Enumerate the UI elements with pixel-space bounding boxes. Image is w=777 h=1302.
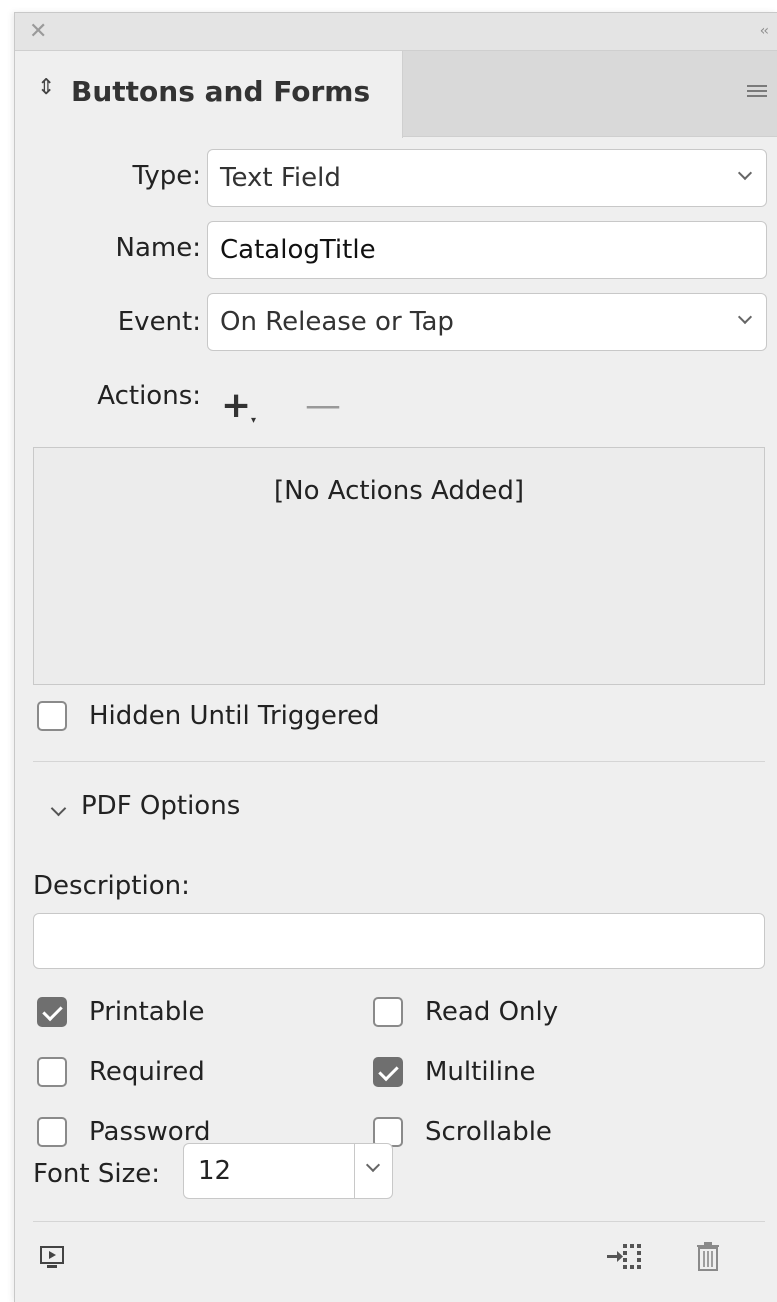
panel-titlebar: ✕ ‹‹ bbox=[15, 13, 777, 51]
font-size-combobox[interactable]: 12 bbox=[183, 1143, 393, 1199]
required-label: Required bbox=[89, 1057, 205, 1087]
description-input[interactable] bbox=[33, 913, 765, 969]
actions-list[interactable]: [No Actions Added] bbox=[33, 447, 765, 685]
hidden-until-triggered-checkbox[interactable] bbox=[37, 701, 67, 731]
multiline-label: Multiline bbox=[425, 1057, 536, 1087]
updown-chevron-icon: ⇕ bbox=[37, 75, 56, 100]
tab-buttons-and-forms[interactable]: ⇕ Buttons and Forms bbox=[15, 51, 403, 138]
event-dropdown[interactable]: On Release or Tap bbox=[207, 293, 767, 351]
name-input[interactable]: CatalogTitle bbox=[207, 221, 767, 279]
chevron-down-icon bbox=[737, 309, 753, 325]
divider bbox=[33, 761, 765, 762]
event-value: On Release or Tap bbox=[220, 307, 454, 337]
printable-checkbox[interactable] bbox=[37, 997, 67, 1027]
type-label: Type: bbox=[132, 161, 201, 191]
description-label: Description: bbox=[33, 871, 190, 901]
pdf-options-title[interactable]: PDF Options bbox=[81, 791, 240, 821]
preview-spread-icon[interactable] bbox=[39, 1245, 65, 1271]
chevron-down-icon[interactable] bbox=[365, 1157, 381, 1173]
name-value: CatalogTitle bbox=[220, 235, 376, 265]
password-option[interactable]: Password bbox=[37, 1117, 210, 1147]
font-size-label: Font Size: bbox=[33, 1159, 161, 1189]
required-checkbox[interactable] bbox=[37, 1057, 67, 1087]
actions-label: Actions: bbox=[97, 381, 201, 411]
type-dropdown[interactable]: Text Field bbox=[207, 149, 767, 207]
collapse-panel-icon[interactable]: ‹‹ bbox=[760, 23, 769, 39]
add-action-menu-indicator-icon: ▾ bbox=[251, 415, 257, 426]
panel-title: Buttons and Forms bbox=[71, 75, 371, 108]
required-option[interactable]: Required bbox=[37, 1057, 205, 1087]
actions-empty-message: [No Actions Added] bbox=[274, 476, 524, 506]
read-only-option[interactable]: Read Only bbox=[373, 997, 558, 1027]
read-only-checkbox[interactable] bbox=[373, 997, 403, 1027]
divider bbox=[33, 1221, 765, 1222]
font-size-value: 12 bbox=[198, 1156, 232, 1186]
scrollable-label: Scrollable bbox=[425, 1117, 552, 1147]
multiline-option[interactable]: Multiline bbox=[373, 1057, 535, 1087]
trash-icon[interactable] bbox=[695, 1241, 721, 1273]
convert-to-object-icon[interactable] bbox=[605, 1241, 645, 1273]
multiline-checkbox[interactable] bbox=[373, 1057, 403, 1087]
type-value: Text Field bbox=[220, 163, 341, 193]
event-label: Event: bbox=[117, 307, 201, 337]
read-only-label: Read Only bbox=[425, 997, 559, 1027]
name-label: Name: bbox=[115, 233, 201, 263]
hidden-until-triggered-label: Hidden Until Triggered bbox=[89, 701, 380, 731]
printable-label: Printable bbox=[89, 997, 205, 1027]
chevron-down-icon bbox=[737, 165, 753, 181]
remove-action-icon[interactable]: — bbox=[305, 385, 341, 426]
panel-menu-icon[interactable] bbox=[747, 85, 767, 101]
hidden-until-triggered-option[interactable]: Hidden Until Triggered bbox=[37, 701, 380, 731]
panel-tabbar: ⇕ Buttons and Forms bbox=[15, 51, 777, 138]
chevron-down-icon[interactable] bbox=[50, 800, 67, 817]
scrollable-option[interactable]: Scrollable bbox=[373, 1117, 552, 1147]
divider bbox=[354, 1144, 355, 1198]
buttons-and-forms-panel: ✕ ‹‹ ⇕ Buttons and Forms Type: Text Fiel… bbox=[14, 12, 777, 1302]
add-action-icon[interactable]: + bbox=[221, 385, 251, 426]
printable-option[interactable]: Printable bbox=[37, 997, 204, 1027]
password-checkbox[interactable] bbox=[37, 1117, 67, 1147]
close-icon[interactable]: ✕ bbox=[29, 21, 47, 43]
